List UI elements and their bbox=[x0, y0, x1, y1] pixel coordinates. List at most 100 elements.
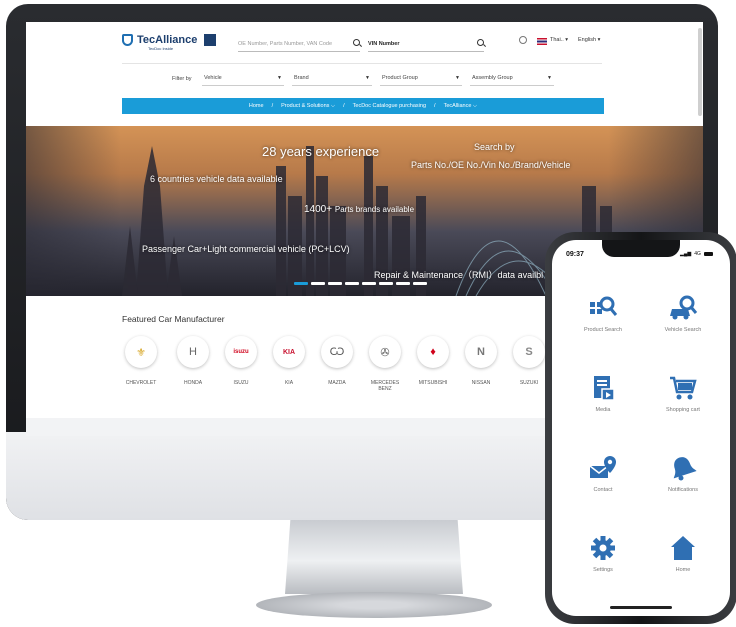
monitor-stand bbox=[285, 520, 463, 594]
honda-glyph: H bbox=[189, 346, 197, 358]
tile-media[interactable]: Media bbox=[566, 372, 640, 413]
manufacturer-mitsubishi[interactable]: ♦ MITSUBISHI bbox=[414, 336, 452, 386]
country-select[interactable]: Thai.. ▾ bbox=[550, 37, 568, 43]
vehicle-dropdown[interactable]: Vehicle ▼ bbox=[202, 72, 284, 86]
assembly-group-dropdown-label: Assembly Group bbox=[472, 75, 513, 81]
logo-text: TecAlliance bbox=[137, 34, 198, 46]
home-indicator[interactable] bbox=[610, 606, 672, 609]
manufacturer-chevrolet[interactable]: ⚜ CHEVROLET bbox=[122, 336, 160, 386]
nav-tecalliance[interactable]: TecAlliance ⌵ bbox=[444, 103, 478, 110]
tile-product-search[interactable]: Product Search bbox=[566, 292, 640, 333]
page-scrollbar[interactable] bbox=[698, 28, 702, 116]
smartphone-frame: 09:37 ▂▄▆ 4G Product Search Vehicle Sear… bbox=[545, 232, 736, 624]
manufacturer-name: NISSAN bbox=[471, 380, 491, 386]
search-icon[interactable] bbox=[353, 39, 360, 46]
carousel-indicator bbox=[294, 282, 427, 285]
carousel-dot[interactable] bbox=[328, 282, 342, 285]
assembly-group-dropdown[interactable]: Assembly Group ▼ bbox=[470, 72, 554, 86]
header-divider bbox=[122, 63, 602, 64]
manufacturer-name: HONDA bbox=[183, 380, 203, 386]
tecalliance-logo[interactable]: TecAlliance TecDoc Inside bbox=[122, 34, 217, 51]
carousel-dot[interactable] bbox=[413, 282, 427, 285]
status-time: 09:37 bbox=[566, 251, 584, 258]
honda-logo-icon: H bbox=[177, 336, 209, 368]
app-screen: 09:37 ▂▄▆ 4G Product Search Vehicle Sear… bbox=[552, 240, 730, 616]
nissan-logo-icon: N bbox=[465, 336, 497, 368]
tile-home[interactable]: Home bbox=[646, 532, 720, 573]
mitsubishi-glyph: ♦ bbox=[430, 346, 436, 358]
tile-label: Settings bbox=[593, 567, 613, 573]
hero-brands: 1400+ Parts brands available bbox=[304, 204, 414, 215]
signal-icon: ▂▄▆ bbox=[680, 251, 692, 257]
brand-dropdown[interactable]: Brand ▼ bbox=[292, 72, 372, 86]
carousel-dot[interactable] bbox=[345, 282, 359, 285]
status-indicators: ▂▄▆ 4G bbox=[680, 251, 713, 257]
hero-search-by: Search by bbox=[474, 142, 515, 152]
monitor-base bbox=[256, 592, 492, 618]
user-icon[interactable] bbox=[519, 36, 527, 44]
contact-icon bbox=[566, 452, 640, 482]
country-label: Thai.. bbox=[550, 37, 564, 43]
manufacturer-name: CHEVROLET bbox=[125, 380, 157, 386]
chevron-down-icon: ▼ bbox=[277, 75, 282, 81]
manufacturer-name: SUZUKI bbox=[519, 380, 539, 386]
settings-icon bbox=[566, 532, 640, 562]
nav-home[interactable]: Home bbox=[249, 103, 264, 109]
vin-search-input[interactable]: VIN Number bbox=[368, 38, 484, 52]
main-nav: Home / Product & Solutions ⌵ / TecDoc Ca… bbox=[122, 98, 604, 114]
hero-brands-count: 1400+ bbox=[304, 204, 333, 215]
manufacturer-name: MAZDA bbox=[328, 380, 346, 386]
tile-label: Vehicle Search bbox=[664, 327, 702, 333]
tile-label: Product Search bbox=[584, 327, 622, 333]
manufacturer-suzuki[interactable]: S SUZUKI bbox=[510, 336, 548, 386]
manufacturer-kia[interactable]: KIA KIA bbox=[270, 336, 308, 386]
manufacturer-name: KIA bbox=[284, 380, 294, 386]
nissan-glyph: N bbox=[477, 346, 485, 358]
nav-separator: / bbox=[434, 103, 436, 109]
mercedes-logo-icon: ✇ bbox=[369, 336, 401, 368]
chevron-down-icon: ▼ bbox=[365, 75, 370, 81]
parts-search-placeholder: OE Number, Parts Number, VAN Code bbox=[238, 41, 333, 47]
carousel-dot[interactable] bbox=[379, 282, 393, 285]
mazda-glyph: Ѡ bbox=[329, 346, 345, 358]
carousel-dot[interactable] bbox=[311, 282, 325, 285]
filter-label: Filter by bbox=[172, 76, 192, 82]
manufacturer-name: MERCEDES BENZ bbox=[370, 380, 400, 392]
home-icon bbox=[646, 532, 720, 562]
search-icon[interactable] bbox=[477, 39, 484, 46]
carousel-dot[interactable] bbox=[396, 282, 410, 285]
nav-tecdoc-purchasing[interactable]: TecDoc Catalogue purchasing bbox=[353, 103, 426, 109]
nav-product-solutions[interactable]: Product & Solutions ⌵ bbox=[281, 103, 335, 110]
tile-label: Notifications bbox=[668, 487, 698, 493]
hero-countries: 6 countries vehicle data available bbox=[150, 174, 283, 184]
manufacturer-nissan[interactable]: N NISSAN bbox=[462, 336, 500, 386]
tile-vehicle-search[interactable]: Vehicle Search bbox=[646, 292, 720, 333]
carousel-dot[interactable] bbox=[294, 282, 308, 285]
vehicle-search-icon bbox=[646, 292, 720, 322]
network-label: 4G bbox=[694, 251, 701, 257]
carousel-dot[interactable] bbox=[362, 282, 376, 285]
tile-settings[interactable]: Settings bbox=[566, 532, 640, 573]
manufacturer-honda[interactable]: H HONDA bbox=[174, 336, 212, 386]
hero-vehicles: Passenger Car+Light commercial vehicle (… bbox=[142, 244, 350, 254]
tile-notifications[interactable]: Notifications bbox=[646, 452, 720, 493]
battery-icon bbox=[703, 252, 713, 256]
manufacturer-isuzu[interactable]: isuzu ISUZU bbox=[222, 336, 260, 386]
tile-label: Media bbox=[595, 407, 611, 413]
manufacturer-mazda[interactable]: Ѡ MAZDA bbox=[318, 336, 356, 386]
device-mockup: TecAlliance TecDoc Inside OE Number, Par… bbox=[0, 0, 736, 627]
product-group-dropdown[interactable]: Product Group ▼ bbox=[380, 72, 462, 86]
logo-subtext: TecDoc Inside bbox=[148, 46, 174, 51]
chevron-down-icon: ▼ bbox=[547, 75, 552, 81]
isuzu-glyph: isuzu bbox=[233, 349, 249, 355]
manufacturer-name: ISUZU bbox=[233, 380, 249, 386]
tile-shopping-cart[interactable]: Shopping cart bbox=[646, 372, 720, 413]
chevrolet-logo-icon: ⚜ bbox=[125, 336, 157, 368]
tile-contact[interactable]: Contact bbox=[566, 452, 640, 493]
vin-label: VIN Number bbox=[368, 41, 400, 47]
language-select[interactable]: English ▾ bbox=[578, 37, 600, 43]
manufacturer-mercedes[interactable]: ✇ MERCEDES BENZ bbox=[366, 336, 404, 392]
brand-dropdown-label: Brand bbox=[294, 75, 309, 81]
parts-search-input[interactable]: OE Number, Parts Number, VAN Code bbox=[238, 38, 360, 52]
suzuki-glyph: S bbox=[525, 346, 533, 358]
